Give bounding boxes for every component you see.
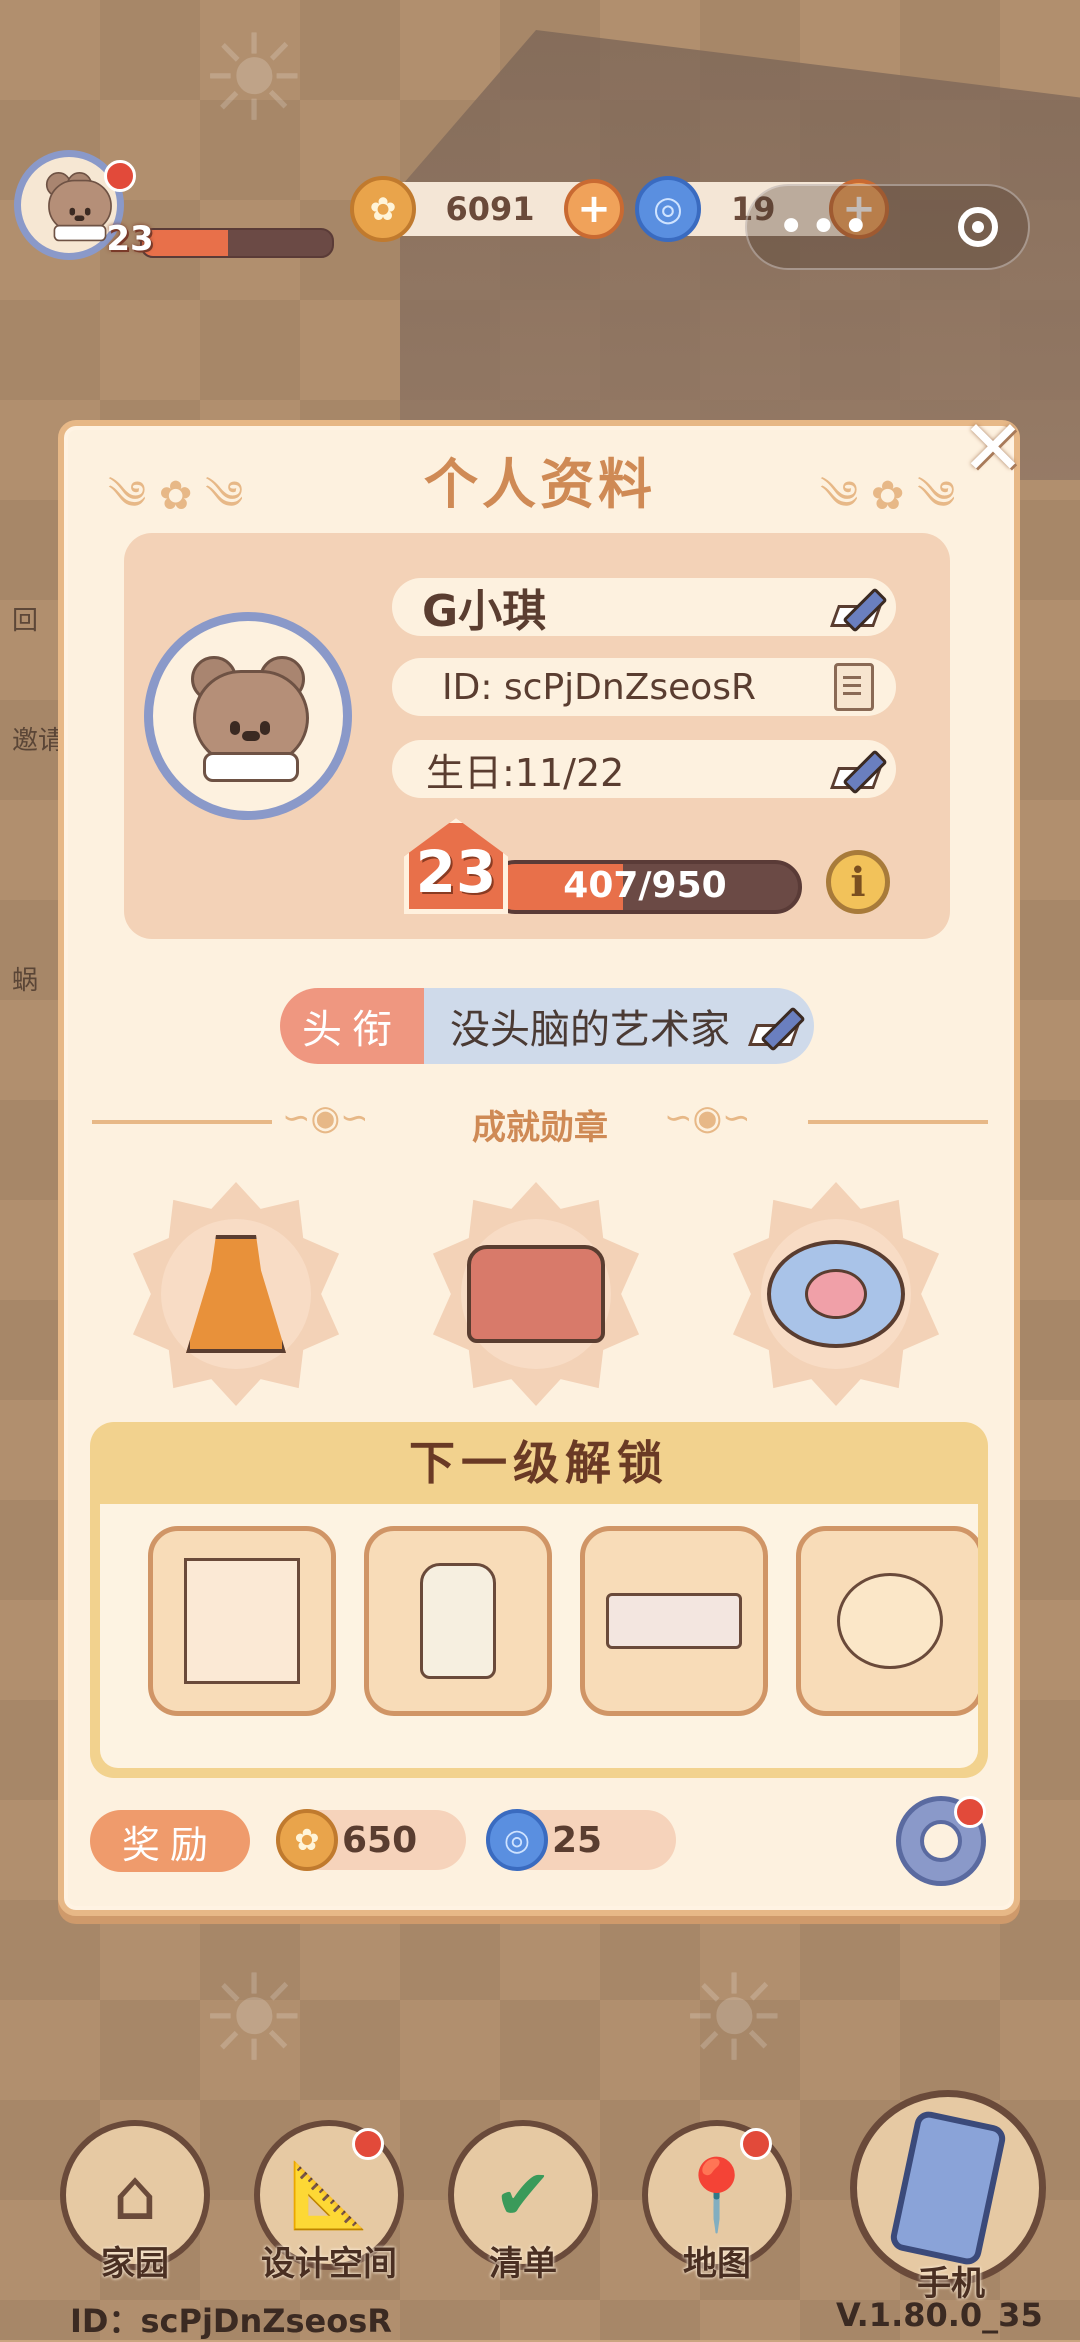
gem-icon: ◎ [486,1809,548,1871]
side-menu-label[interactable]: 回 [12,600,38,637]
unlock-item-slot[interactable] [148,1526,336,1716]
more-menu-button[interactable]: ••• [777,203,874,251]
add-coins-button[interactable]: + [564,179,624,239]
cabinet-icon [184,1558,300,1684]
app-version: V.1.80.0_35 [836,2296,1043,2334]
kettle-icon [837,1573,943,1669]
level-info-button[interactable]: i [826,850,890,914]
ruler-icon: 📐 [289,2158,369,2233]
birthday-text: 生日:11/22 [426,750,625,795]
coin-icon: ✿ [350,176,416,242]
coin-amount: 6091 [445,190,535,228]
notification-dot [954,1796,986,1828]
xp-text: 407/950 [563,865,727,906]
sun-decoration: ☀ [200,10,308,149]
wall-shelf-icon [606,1593,742,1649]
unlock-items-list[interactable] [100,1504,978,1768]
modal-title: 个人资料 [424,453,656,516]
bear-avatar-icon [43,172,112,242]
birthday-field[interactable]: 生日:11/22 [392,740,896,798]
edit-name-icon[interactable] [834,587,886,627]
reward-row: 奖励 [90,1810,250,1872]
player-id: ID: scPjDnZseosR [442,666,757,708]
coin-counter: ✿ 6091 + [350,176,624,242]
footer-player-id: ID：scPjDnZseosR [70,2302,392,2340]
nav-design-label: 设计空间 [261,2244,397,2284]
name-field[interactable]: G小琪 [392,578,896,637]
player-level-badge: 23 [106,219,154,259]
title-row[interactable]: 头衔 没头脑的艺术家 [280,988,814,1064]
unlock-title: 下一级解锁 [409,1436,669,1490]
reward-coins-amount: 650 [342,1819,418,1861]
bear-avatar-icon [183,656,313,782]
notification-dot [104,160,136,192]
checklist-icon: ✔ [493,2154,553,2236]
paw-icon [767,1240,905,1348]
unlock-item-slot[interactable] [796,1526,978,1716]
edit-title-icon[interactable] [752,1006,804,1046]
reward-coins: ✿ 650 [276,1809,466,1871]
notification-dot [740,2128,772,2160]
reward-gems-amount: 25 [552,1819,603,1861]
nav-map-label: 地图 [683,2244,751,2284]
paw-badge[interactable] [724,1182,948,1406]
title-tag: 头衔 [280,988,424,1064]
title-value: 没头脑的艺术家 [450,1007,730,1053]
edit-birthday-icon[interactable] [834,749,886,789]
close-miniapp-button[interactable] [958,207,998,247]
dress-badge[interactable] [124,1182,348,1406]
copy-icon[interactable] [834,663,874,711]
unlock-item-slot[interactable] [364,1526,552,1716]
achievements-title: 成就勋章 [472,1108,608,1148]
reward-label: 奖励 [90,1810,250,1872]
notification-dot [352,2128,384,2160]
profile-avatar[interactable] [144,612,352,820]
map-pin-icon: 📍 [673,2153,761,2236]
side-menu-label[interactable]: 蜗 [12,960,38,997]
mini-program-capsule: ••• [745,184,1030,270]
profile-level: 23 [415,838,497,906]
level-progress-bar [140,228,334,258]
unlock-item-slot[interactable] [580,1526,768,1716]
player-name: G小琪 [422,586,547,637]
nav-checklist-label: 清单 [489,2244,557,2284]
id-field: ID: scPjDnZseosR [392,658,896,716]
dress-icon [186,1235,286,1353]
sun-decoration: ☀ [200,1950,308,2089]
detergent-bottle-icon [420,1563,496,1679]
title-value-field[interactable]: 没头脑的艺术家 [424,988,814,1064]
armchair-badge[interactable] [424,1182,648,1406]
side-menu-label[interactable]: 邀请 [12,720,64,757]
nav-home-label: 家园 [101,2244,169,2284]
coin-icon: ✿ [276,1809,338,1871]
house-icon: ⌂ [112,2154,158,2236]
armchair-icon [467,1245,605,1343]
phone-icon [888,2108,1008,2268]
reward-gems: ◎ 25 [486,1809,676,1871]
sun-decoration: ☀ [680,1950,788,2089]
gem-icon: ◎ [635,176,701,242]
